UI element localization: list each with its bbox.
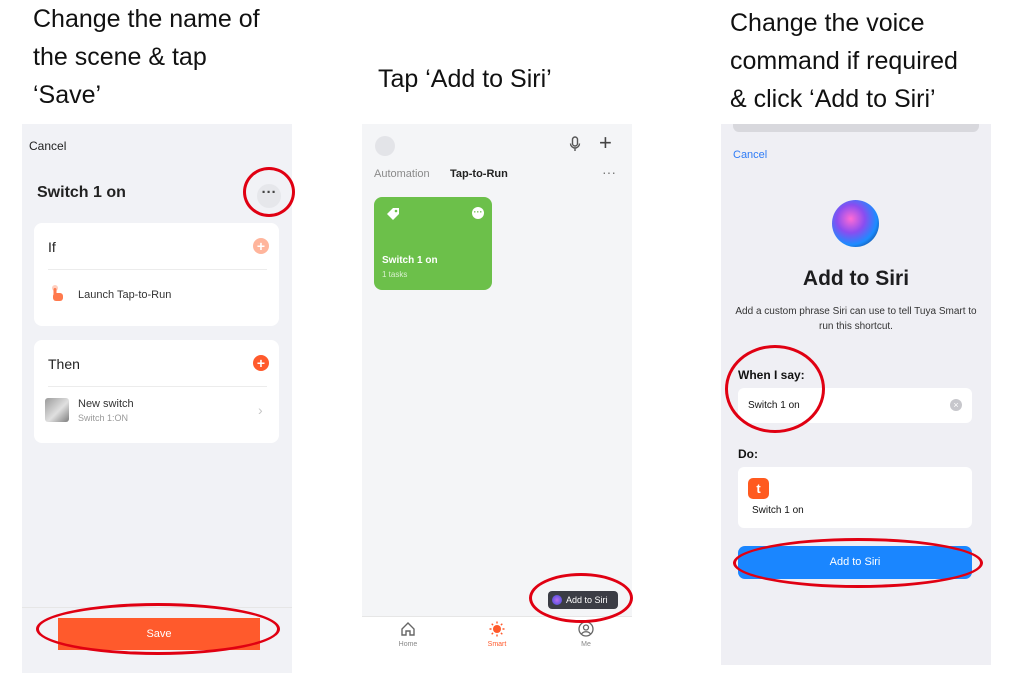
scene-more-icon[interactable]: ··· [472,207,484,219]
step3-caption-line: & click ‘Add to Siri’ [730,85,936,113]
bottom-nav: Home Smart Me [362,616,632,654]
step1-caption: Change the name of the scene & tap ‘Save… [33,0,260,114]
do-label: Do: [738,447,758,461]
tuya-app-icon: t [748,478,769,499]
tab-tap-to-run[interactable]: Tap-to-Run [450,168,508,180]
scene-card[interactable]: ··· Switch 1 on 1 tasks [374,197,492,290]
scene-card-tasks: 1 tasks [382,270,408,279]
sheet-backdrop [733,124,979,132]
shortcut-card: t Switch 1 on [738,467,972,528]
smart-sun-icon [477,621,517,641]
hand-tap-icon [50,284,64,307]
more-options-icon[interactable]: ··· [257,184,281,208]
divider [22,607,292,608]
chevron-right-icon: › [258,402,263,418]
save-button[interactable]: Save [58,618,260,650]
clear-icon[interactable]: × [950,399,962,411]
nav-label: Smart [487,641,507,648]
more-options-icon[interactable]: ··· [602,164,616,180]
sheet-title: Add to Siri [802,267,910,290]
scene-card-name: Switch 1 on [382,255,438,266]
device-name[interactable]: New switch [78,398,134,410]
profile-icon [566,621,606,641]
nav-home[interactable]: Home [388,621,428,648]
if-card: If + Launch Tap-to-Run [34,223,279,326]
scene-edit-screen: Cancel Switch 1 on ··· If + Launch Tap-t… [22,124,292,673]
nav-me[interactable]: Me [566,621,606,648]
add-to-siri-button[interactable]: Add to Siri [548,591,618,609]
when-i-say-label: When I say: [738,368,805,382]
shortcut-name: Switch 1 on [752,505,804,516]
if-header: If [48,239,56,255]
siri-icon [832,200,879,247]
step1-caption-line: Change the name of [33,5,260,33]
add-to-siri-label: Add to Siri [566,595,608,605]
sheet-description: Add a custom phrase Siri can use to tell… [735,306,977,332]
nav-label: Home [398,641,418,648]
home-icon [388,621,428,641]
switch-device-thumbnail [45,398,69,422]
step2-caption: Tap ‘Add to Siri’ [378,65,552,93]
add-condition-icon[interactable]: + [253,238,269,254]
scene-name-title[interactable]: Switch 1 on [37,184,126,202]
step1-caption-line: ‘Save’ [33,81,102,109]
add-icon[interactable]: + [599,130,612,156]
divider [48,269,267,270]
nav-smart[interactable]: Smart [477,621,517,648]
cancel-link[interactable]: Cancel [29,139,66,153]
tag-icon [386,207,400,224]
phrase-field[interactable]: Switch 1 on × [738,388,972,423]
device-action: Switch 1:ON [78,413,129,423]
then-header: Then [48,356,80,372]
nav-label: Me [581,641,591,648]
microphone-icon[interactable] [569,136,581,155]
add-to-siri-screen: Cancel Add to Siri Add a custom phrase S… [721,124,991,665]
step3-caption-line: Change the voice [730,9,925,37]
tab-automation[interactable]: Automation [374,168,430,180]
step3-caption: Change the voice command if required & c… [730,4,958,118]
phrase-value: Switch 1 on [748,400,800,411]
add-to-siri-button[interactable]: Add to Siri [738,546,972,579]
then-card: Then + New switch Switch 1:ON › [34,340,279,443]
home-avatar-icon[interactable] [375,136,395,156]
tap-to-run-screen: + Automation Tap-to-Run ··· ··· Switch 1… [362,124,632,654]
add-action-icon[interactable]: + [253,355,269,371]
divider [48,386,267,387]
step3-caption-line: command if required [730,47,958,75]
siri-icon [552,595,562,605]
step1-caption-line: the scene & tap [33,43,207,71]
launch-tap-to-run-label[interactable]: Launch Tap-to-Run [78,289,171,301]
cancel-link[interactable]: Cancel [733,149,767,161]
